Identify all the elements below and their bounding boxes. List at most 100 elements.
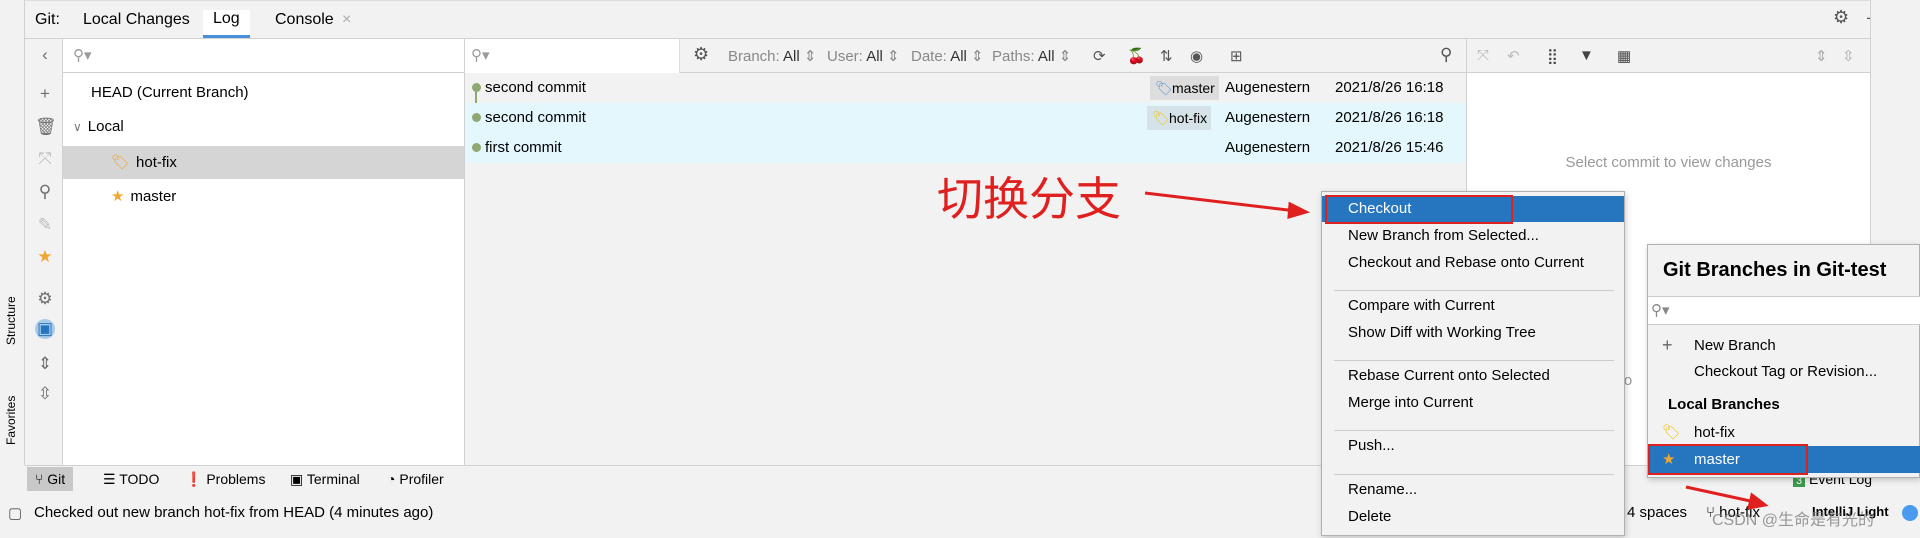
commit-row[interactable]: second commit 🏷 hot-fix Augenestern 2021/… xyxy=(465,103,1466,133)
commit-log-panel: ⚲▾ ⚙ Branch: All ⇕ User: All ⇕ Date: All… xyxy=(465,39,1466,465)
search-icon: ⚲▾ xyxy=(1651,302,1670,319)
filter-user[interactable]: User: All ⇕ xyxy=(827,47,900,65)
filter-icon[interactable]: ▼ xyxy=(1579,47,1594,64)
popup-title: Git Branches in Git-test xyxy=(1663,259,1887,281)
branch-search-input[interactable]: ⚲▾ xyxy=(63,39,464,73)
branch-item-hot-fix[interactable]: 🏷 hot-fix xyxy=(63,146,464,179)
menu-item-merge[interactable]: Merge into Current xyxy=(1322,390,1624,416)
commit-message: second commit xyxy=(485,79,586,96)
menu-item-rename[interactable]: Rename... xyxy=(1322,477,1624,503)
status-message[interactable]: Checked out new branch hot-fix from HEAD… xyxy=(34,504,433,521)
commit-date: 2021/8/26 16:18 xyxy=(1335,79,1444,96)
commit-date: 2021/8/26 16:18 xyxy=(1335,109,1444,126)
menu-item-show-diff[interactable]: Show Diff with Working Tree xyxy=(1322,320,1624,346)
edit-icon[interactable]: ✎ xyxy=(35,215,55,235)
menu-separator xyxy=(1334,474,1614,475)
menu-separator xyxy=(1334,430,1614,431)
filter-branch[interactable]: Branch: All ⇕ xyxy=(728,47,816,65)
merge-icon[interactable]: ⤧ xyxy=(1477,47,1489,64)
commit-row[interactable]: second commit 🏷 master Augenestern 2021/8… xyxy=(465,73,1466,103)
commit-context-menu: Checkout New Branch from Selected... Che… xyxy=(1321,191,1625,536)
commit-node xyxy=(472,143,481,152)
delete-icon[interactable]: 🗑 xyxy=(35,117,57,137)
chevron-down-icon: ∨ xyxy=(73,120,82,134)
plus-icon: + xyxy=(1662,335,1673,355)
menu-item-checkout-rebase[interactable]: Checkout and Rebase onto Current xyxy=(1322,250,1624,276)
sort-icon[interactable]: ⇅ xyxy=(1160,47,1173,65)
tool-git[interactable]: ⑂ Git xyxy=(27,467,74,491)
cherry-pick-icon[interactable]: 🍒 xyxy=(1127,47,1146,65)
expand-all-icon[interactable]: ⇕ xyxy=(35,354,55,374)
log-toolbar: ⚲▾ ⚙ Branch: All ⇕ User: All ⇕ Date: All… xyxy=(465,39,1466,73)
menu-separator xyxy=(1334,360,1614,361)
star-icon: ★ xyxy=(111,188,125,205)
new-branch-item[interactable]: + New Branch xyxy=(1648,332,1920,359)
collapse-icon[interactable]: ⇳ xyxy=(1842,47,1855,65)
commit-row[interactable]: first commit Augenestern 2021/8/26 15:46 xyxy=(465,133,1466,163)
new-tab-icon[interactable]: ⊞ xyxy=(1230,47,1243,65)
tool-profiler[interactable]: ◔ Profiler xyxy=(387,471,444,487)
search-icon: ⚲▾ xyxy=(73,47,92,64)
indent-indicator[interactable]: 4 spaces xyxy=(1627,504,1687,521)
details-toolbar: ⤧ ↶ ⣿ ▼ ▦ ⇕ ⇳ xyxy=(1467,39,1870,73)
watermark: CSDN @生命是有光的 xyxy=(1712,512,1875,529)
filter-paths[interactable]: Paths: All ⇕ xyxy=(992,47,1071,65)
group-by-icon[interactable]: ▣ xyxy=(35,319,55,339)
branch-name: hot-fix xyxy=(136,154,177,171)
star-icon[interactable]: ★ xyxy=(35,247,55,267)
eye-icon[interactable]: ◉ xyxy=(1190,47,1203,65)
settings-icon[interactable]: ⚙ xyxy=(35,289,55,309)
menu-item-new-branch[interactable]: New Branch from Selected... xyxy=(1322,223,1624,249)
highlight-box xyxy=(1648,444,1808,475)
revert-icon[interactable]: ↶ xyxy=(1507,47,1520,65)
collapse-all-icon[interactable]: ⇳ xyxy=(35,384,55,404)
commit-author: Augenestern xyxy=(1225,79,1311,96)
refresh-icon[interactable]: ⟳ xyxy=(1093,47,1106,65)
filter-date[interactable]: Date: All ⇕ xyxy=(911,47,984,65)
branch-group-local[interactable]: ∨ Local xyxy=(63,110,464,143)
commit-date: 2021/8/26 15:46 xyxy=(1335,139,1444,156)
commit-search-input[interactable]: ⚲▾ xyxy=(465,39,680,73)
menu-item-compare[interactable]: Compare with Current xyxy=(1322,293,1624,319)
collapse-icon[interactable]: ‹ xyxy=(35,45,55,65)
branch-name: master xyxy=(130,188,177,205)
tool-problems[interactable]: ❗ Problems xyxy=(185,471,265,488)
tool-terminal[interactable]: ▣ Terminal xyxy=(290,471,360,488)
git-branches-popup: Git Branches in Git-test ⚲▾ + New Branch … xyxy=(1647,244,1920,478)
expand-icon[interactable]: ⇕ xyxy=(1815,47,1828,65)
branch-item-master[interactable]: ★ master xyxy=(63,180,464,213)
branch-tag-hot-fix: 🏷 hot-fix xyxy=(1147,106,1212,130)
popup-branch-hot-fix[interactable]: 🏷 hot-fix xyxy=(1648,419,1920,446)
tab-local-changes[interactable]: Local Changes xyxy=(83,11,190,29)
tag-icon: 🏷 xyxy=(1155,80,1173,96)
branch-head[interactable]: HEAD (Current Branch) xyxy=(63,76,464,109)
annotation-text: 切换分支 xyxy=(937,172,1121,226)
commit-author: Augenestern xyxy=(1225,139,1311,156)
search-icon[interactable]: ⚲ xyxy=(1440,45,1452,65)
menu-item-rebase[interactable]: Rebase Current onto Selected xyxy=(1322,363,1624,389)
structure-tab[interactable]: Structure xyxy=(4,296,18,345)
add-icon[interactable]: + xyxy=(35,84,55,104)
gear-icon[interactable]: ⚙ xyxy=(1833,7,1849,28)
commit-node xyxy=(472,113,481,122)
tab-log[interactable]: Log xyxy=(203,10,250,38)
tool-todo[interactable]: ☰ TODO xyxy=(103,471,159,488)
menu-item-push[interactable]: Push... xyxy=(1322,433,1624,459)
merge-icon[interactable]: ⤧ xyxy=(35,149,55,169)
search-icon[interactable]: ⚲ xyxy=(35,182,55,202)
layout-icon[interactable]: ▦ xyxy=(1617,47,1631,65)
favorites-tab[interactable]: Favorites xyxy=(4,396,18,445)
menu-item-delete[interactable]: Delete xyxy=(1322,504,1624,530)
tab-console[interactable]: Console xyxy=(275,11,334,29)
group-icon[interactable]: ⣿ xyxy=(1547,47,1558,65)
theme-dot xyxy=(1902,505,1918,521)
log-tool-column: ‹ + 🗑 ⤧ ⚲ ✎ ★ ⚙ ▣ ⇕ ⇳ xyxy=(27,39,63,465)
checkout-tag-item[interactable]: Checkout Tag or Revision... xyxy=(1648,358,1920,385)
tag-icon: 🏷 xyxy=(111,154,131,171)
close-icon[interactable]: × xyxy=(342,11,351,29)
tag-icon: 🏷 xyxy=(1152,110,1170,126)
branch-popup-search[interactable]: ⚲▾ xyxy=(1648,296,1920,325)
local-label: Local xyxy=(87,118,124,135)
settings-icon[interactable]: ⚙ xyxy=(693,44,709,65)
left-stripe: Structure Favorites xyxy=(0,0,25,465)
